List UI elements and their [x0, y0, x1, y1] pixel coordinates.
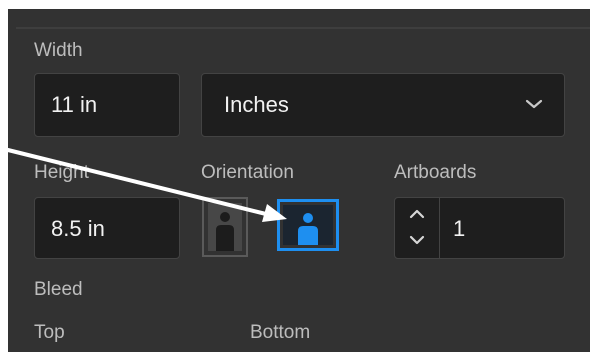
orientation-label: Orientation — [201, 162, 294, 183]
units-value: Inches — [224, 92, 289, 117]
height-value: 8.5 in — [51, 216, 105, 241]
width-value: 11 in — [51, 92, 98, 117]
divider — [16, 9, 590, 29]
height-label: Height — [34, 162, 89, 183]
units-dropdown[interactable]: Inches — [201, 73, 565, 137]
portrait-page-icon — [208, 203, 242, 251]
chevron-down-icon — [525, 99, 543, 109]
chevron-up-icon[interactable] — [407, 208, 427, 220]
landscape-page-icon — [283, 205, 333, 245]
document-settings-panel: Width 11 in Inches Height 8.5 in Orienta… — [8, 9, 590, 352]
landscape-orientation-button[interactable] — [277, 199, 339, 251]
bleed-label: Bleed — [34, 279, 83, 300]
artboards-value: 1 — [453, 216, 466, 241]
bleed-top-label: Top — [34, 322, 65, 343]
stepper-controls — [395, 198, 440, 258]
artboards-stepper[interactable]: 1 — [394, 197, 565, 259]
portrait-orientation-button[interactable] — [202, 197, 248, 257]
bleed-bottom-label: Bottom — [250, 322, 311, 343]
width-label: Width — [34, 40, 83, 61]
artboards-label: Artboards — [394, 162, 477, 183]
width-input[interactable]: 11 in — [34, 73, 180, 137]
height-input[interactable]: 8.5 in — [34, 197, 180, 259]
chevron-down-icon[interactable] — [407, 234, 427, 246]
